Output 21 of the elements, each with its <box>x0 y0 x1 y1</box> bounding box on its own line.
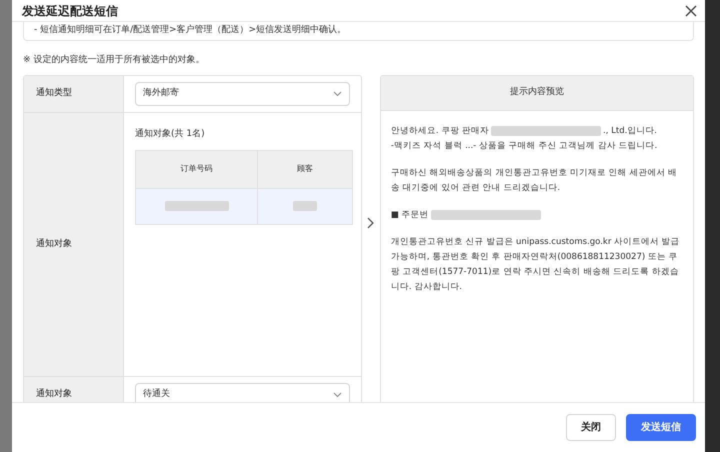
preview-text: 구매하신 해외배송상품의 개인통관고유번호 미기재로 인해 세관에서 배송 대기중에 있어 관련 안내 드리겠습니다. <box>390 167 678 195</box>
preview-title: 提示内容预览 <box>380 76 693 111</box>
chevron-down-icon <box>333 392 342 398</box>
preview-text: ■ 주문번 <box>390 208 683 223</box>
dropdown[interactable]: 海外邮寄 <box>135 82 350 106</box>
dialog-title: 发送延迟配送短信 <box>22 4 118 16</box>
chevron-right-icon <box>367 217 375 229</box>
field-label: 通知对象 <box>36 388 72 401</box>
close-button[interactable]: 关闭 <box>566 414 616 441</box>
preview-text: 개인통관고유번호 신규 발급은 unipass.customs.go.kr 사이트에서 발급 가능하며, 통관번호 확인 후 판매자연락처(008618811230027) 또는 쿠팡 고객센터(1577-7011)로 연락 주시면 신속히 배송해 드리도록 하겠습니다. 감사합니다. <box>390 236 681 294</box>
note-text: ※ 设定的内容统一适用于所有被选中的对象。 <box>23 54 206 66</box>
field-label: 通知对象 <box>36 238 72 251</box>
table-caption: 通知对象(共 1名) <box>135 128 206 141</box>
preview-text: -맥키즈 자석 블럭 ...- 상품을 구매해 주신 고객님께 감사 드립니다. <box>390 140 658 153</box>
send-button[interactable]: 发送短信 <box>626 414 696 441</box>
chevron-down-icon <box>333 91 342 97</box>
column-header: 顾客 <box>296 163 314 175</box>
preview-text: 안녕하세요. 쿠팡 판매자 ., Ltd.입니다. <box>390 124 658 138</box>
field-label: 通知类型 <box>36 87 72 100</box>
close-icon[interactable] <box>685 4 697 16</box>
notice-text: - 短信通知明细可在订单/配送管理>客户管理（配送）>短信发送明细中确认。 <box>34 24 346 38</box>
